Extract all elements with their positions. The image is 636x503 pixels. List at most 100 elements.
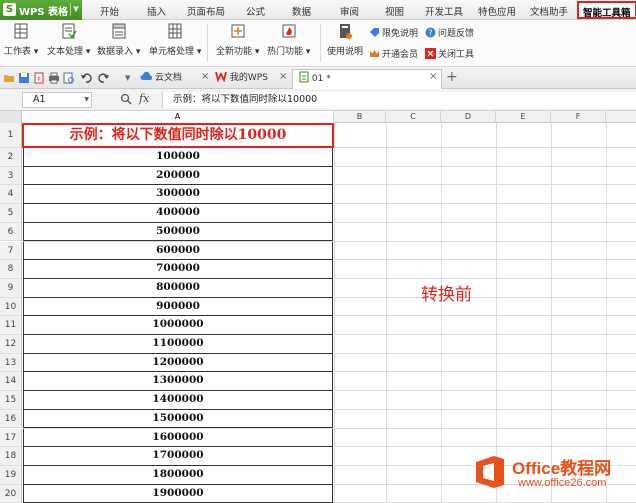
row-header[interactable]: 6 [0, 222, 22, 242]
new-feature-button[interactable]: 全新功能 ▾ [216, 22, 259, 57]
table-row[interactable]: 1700000 [23, 447, 333, 466]
close-tab-icon[interactable]: × [279, 71, 287, 82]
app-menu-button[interactable]: S WPS 表格 ▼ [0, 0, 82, 20]
table-row[interactable]: 1600000 [23, 428, 333, 448]
close-tool-button[interactable]: 关闭工具 [425, 47, 474, 60]
row-header[interactable]: 4 [0, 185, 22, 205]
tab-special-apps[interactable]: 特色应用 [478, 4, 516, 18]
row-header[interactable]: 10 [0, 297, 22, 317]
tab-doc-assistant[interactable]: 文档助手 [530, 4, 568, 18]
chevron-down-icon[interactable]: ▼ [70, 3, 81, 16]
print-preview-icon[interactable] [63, 72, 75, 84]
feedback-button[interactable]: ? 问题反馈 [425, 26, 474, 39]
tab-view[interactable]: 视图 [385, 4, 404, 18]
column-header-d[interactable]: D [441, 111, 496, 123]
open-folder-icon[interactable] [3, 72, 15, 84]
free-limit-button[interactable]: 限免说明 [369, 26, 418, 39]
row-header[interactable]: 2 [0, 148, 22, 167]
row-header[interactable]: 18 [0, 447, 22, 466]
chevron-down-icon[interactable]: ▼ [84, 93, 89, 107]
tag-icon [370, 28, 379, 37]
table-row[interactable]: 100000 [23, 148, 333, 167]
tab-insert[interactable]: 插入 [147, 4, 166, 18]
tab-review[interactable]: 审阅 [340, 4, 359, 18]
column-header-f[interactable]: F [551, 111, 606, 123]
data-entry-button[interactable]: 数据录入 ▾ [97, 22, 140, 57]
table-row[interactable]: 700000 [23, 260, 333, 279]
tab-cloud-docs[interactable]: 云文档 [140, 69, 182, 89]
tab-smart-toolbox[interactable]: 智能工具箱 [577, 1, 636, 19]
row-header[interactable]: 17 [0, 428, 22, 448]
worksheet-button[interactable]: 工作表 ▾ [4, 22, 38, 57]
table-row[interactable]: 1100000 [23, 335, 333, 354]
name-box[interactable]: A1 ▼ [22, 92, 92, 108]
close-tab-icon[interactable]: × [201, 71, 209, 82]
text-process-button[interactable]: 文本处理 ▾ [47, 22, 90, 57]
table-row[interactable]: 500000 [23, 222, 333, 242]
cell-a1-title[interactable]: 示例：将以下数值同时除以10000 [22, 123, 334, 148]
text-process-icon [62, 23, 77, 39]
column-header-b[interactable]: B [334, 111, 386, 123]
before-conversion-annotation: 转换前 [421, 285, 472, 305]
new-tab-button[interactable]: + [446, 69, 458, 85]
row-header[interactable]: 9 [0, 278, 22, 298]
column-header-e[interactable]: E [496, 111, 551, 123]
wps-logo-icon: S [3, 3, 16, 16]
row-header[interactable]: 20 [0, 484, 22, 503]
close-tab-icon[interactable]: × [429, 71, 437, 82]
row-header[interactable]: 15 [0, 391, 22, 410]
row-header[interactable]: 19 [0, 465, 22, 485]
table-row[interactable]: 600000 [23, 241, 333, 261]
table-row[interactable]: 1900000 [23, 484, 333, 503]
row-header[interactable]: 11 [0, 316, 22, 335]
redo-icon[interactable] [98, 72, 110, 84]
formula-input[interactable]: 示例：将以下数值同时除以10000 [162, 92, 636, 108]
export-pdf-icon[interactable]: P [33, 72, 45, 84]
open-membership-button[interactable]: 开通会员 [369, 47, 418, 60]
svg-text:?: ? [428, 29, 432, 38]
row-header[interactable]: 16 [0, 409, 22, 429]
table-row[interactable]: 1400000 [23, 391, 333, 410]
row-header[interactable]: 7 [0, 241, 22, 261]
row-header[interactable]: 5 [0, 204, 22, 223]
worksheet-label: 工作表 ▾ [4, 47, 39, 57]
table-row[interactable]: 800000 [23, 278, 333, 298]
table-row[interactable]: 300000 [23, 185, 333, 205]
tab-developer[interactable]: 开发工具 [425, 4, 463, 18]
table-row[interactable]: 400000 [23, 204, 333, 223]
table-row[interactable]: 1800000 [23, 465, 333, 485]
tab-formula[interactable]: 公式 [246, 4, 265, 18]
row-header[interactable]: 8 [0, 260, 22, 279]
table-row[interactable]: 900000 [23, 297, 333, 317]
select-all-corner[interactable] [0, 111, 22, 123]
table-row[interactable]: 1500000 [23, 409, 333, 429]
tab-home[interactable]: 开始 [100, 4, 119, 18]
customize-toolbar-chevron-icon[interactable]: ▼ [125, 74, 130, 82]
tab-document-01[interactable]: 01 * [292, 69, 442, 89]
table-row[interactable]: 200000 [23, 166, 333, 186]
undo-icon[interactable] [80, 72, 92, 84]
cell-process-button[interactable]: 单元格处理 ▾ [149, 22, 201, 57]
insert-function-button[interactable]: fx [139, 92, 149, 105]
hot-feature-button[interactable]: 热门功能 ▾ [267, 22, 310, 57]
row-header[interactable]: 3 [0, 166, 22, 186]
svg-text:P: P [37, 77, 40, 83]
table-row[interactable]: 1000000 [23, 316, 333, 335]
print-icon[interactable] [48, 72, 60, 84]
new-feature-icon [231, 24, 245, 38]
tab-my-wps[interactable]: 我的WPS [215, 69, 268, 89]
column-header-c[interactable]: C [386, 111, 441, 123]
column-header-a[interactable]: A [22, 111, 334, 123]
save-icon[interactable] [18, 72, 30, 84]
zoom-search-icon[interactable] [120, 93, 132, 105]
table-row[interactable]: 1300000 [23, 372, 333, 392]
row-header[interactable]: 13 [0, 353, 22, 373]
tab-page-layout[interactable]: 页面布局 [187, 4, 225, 18]
spreadsheet-grid[interactable]: A B C D E F 1 2 100000 3 200000 4 300000 5 400000 6 5000… [0, 111, 636, 503]
tab-data[interactable]: 数据 [292, 4, 311, 18]
row-header[interactable]: 1 [0, 123, 22, 148]
row-header[interactable]: 12 [0, 335, 22, 354]
row-header[interactable]: 14 [0, 372, 22, 392]
instructions-button[interactable]: 使用说明 [327, 22, 363, 57]
table-row[interactable]: 1200000 [23, 353, 333, 373]
